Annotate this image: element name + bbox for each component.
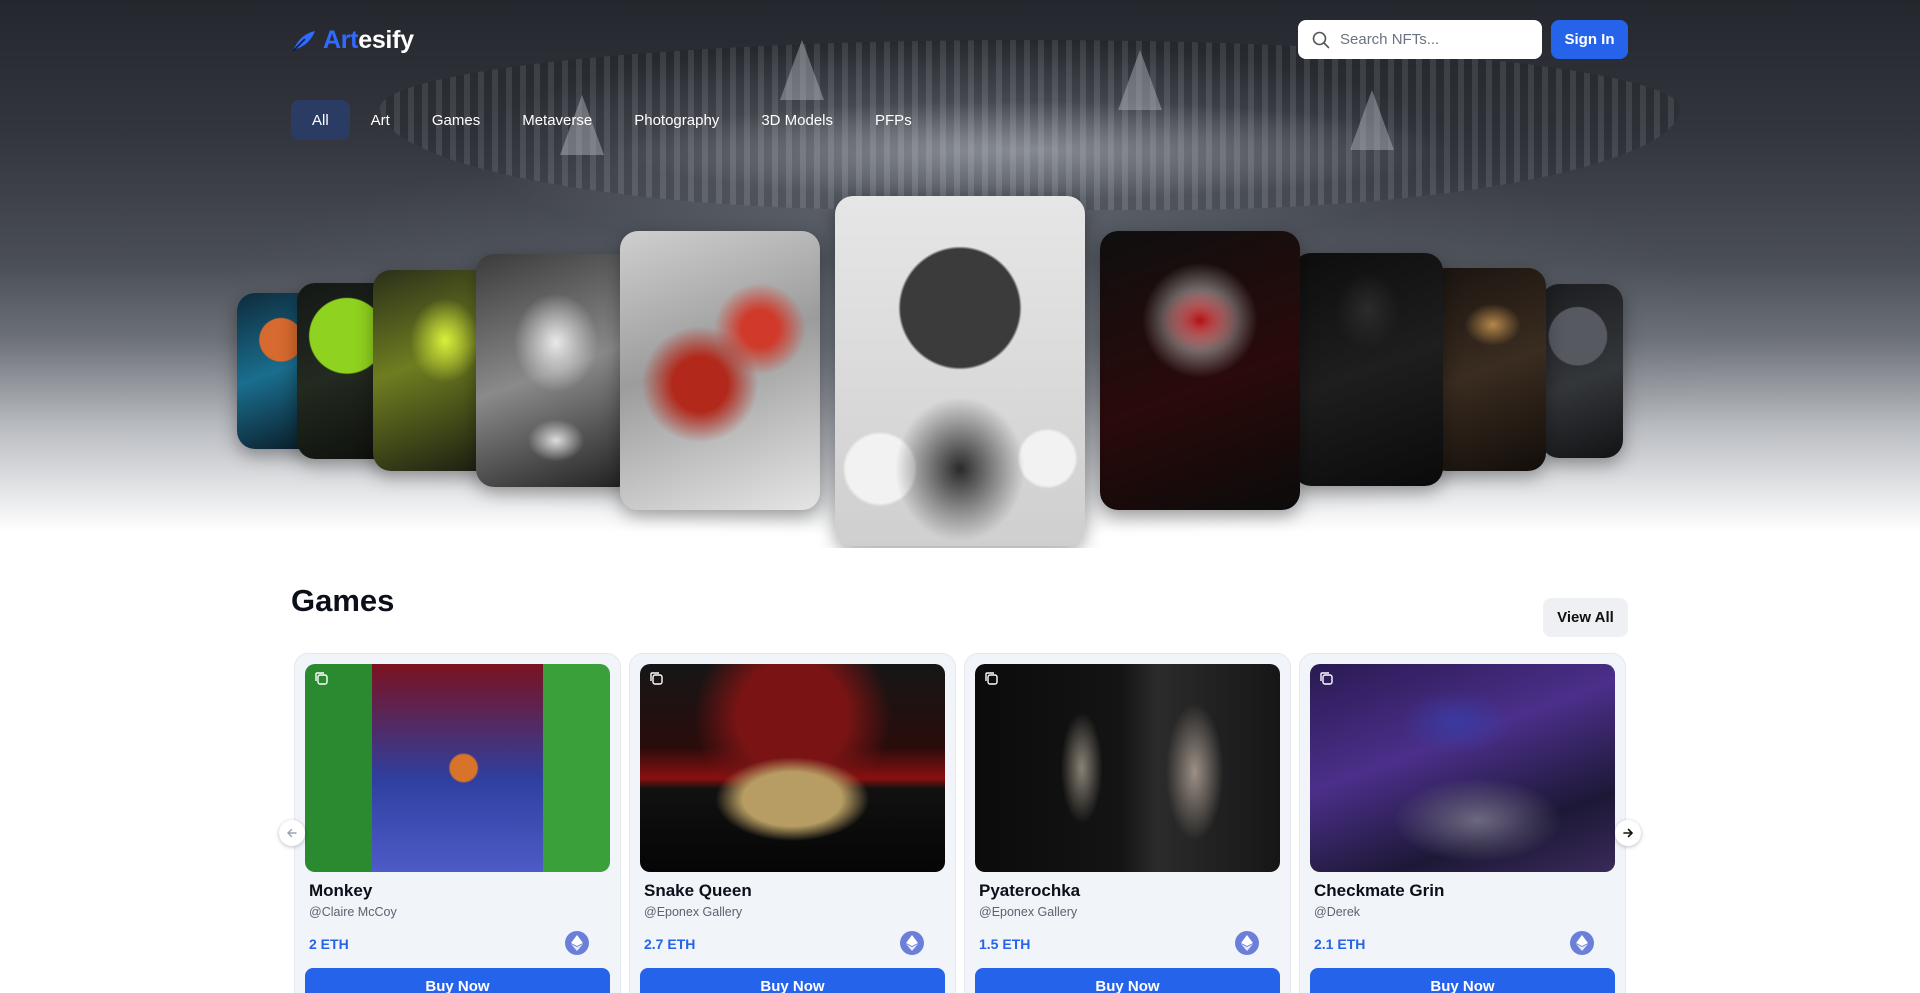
tab-photography[interactable]: Photography — [613, 100, 740, 140]
copy-icon[interactable] — [983, 670, 999, 686]
nft-image[interactable] — [305, 664, 610, 872]
nft-card-blonde-blindfold[interactable] — [1428, 268, 1546, 471]
crown-spike — [780, 40, 824, 100]
buy-now-button[interactable]: Buy Now — [1310, 968, 1615, 993]
buy-now-button[interactable]: Buy Now — [640, 968, 945, 993]
ethereum-icon — [900, 931, 924, 955]
nft-title[interactable]: Snake Queen — [644, 881, 752, 901]
nft-card-red-helmet-astronaut[interactable] — [1100, 231, 1300, 510]
app-logo[interactable]: Artesify — [291, 26, 414, 55]
nft-title[interactable]: Pyaterochka — [979, 881, 1080, 901]
arrow-left-icon — [287, 828, 297, 838]
view-all-button[interactable]: View All — [1543, 598, 1628, 637]
nft-price: 2.1 ETH — [1314, 936, 1366, 952]
buy-now-button[interactable]: Buy Now — [975, 968, 1280, 993]
nft-price: 2.7 ETH — [644, 936, 696, 952]
nft-game-card[interactable]: Monkey @Claire McCoy 2 ETH Buy Now — [294, 653, 621, 993]
tab-all[interactable]: All — [291, 100, 350, 140]
copy-icon[interactable] — [1318, 670, 1334, 686]
sign-in-button[interactable]: Sign In — [1551, 20, 1628, 59]
nft-image[interactable] — [975, 664, 1280, 872]
nft-price: 1.5 ETH — [979, 936, 1031, 952]
tab-art[interactable]: Art — [350, 100, 411, 140]
nft-card-yellow-figure[interactable] — [373, 270, 493, 471]
nft-title[interactable]: Checkmate Grin — [1314, 881, 1444, 901]
nft-title[interactable]: Monkey — [309, 881, 372, 901]
copy-icon[interactable] — [648, 670, 664, 686]
nft-card-dark-veiled-figure[interactable] — [1293, 253, 1443, 486]
nft-creator[interactable]: @Derek — [1314, 905, 1360, 919]
ethereum-icon — [1570, 931, 1594, 955]
nft-price: 2 ETH — [309, 936, 349, 952]
nft-card-crowned-ball-head[interactable] — [835, 196, 1085, 546]
buy-now-button[interactable]: Buy Now — [305, 968, 610, 993]
hero-banner — [0, 0, 1920, 548]
tab-pfps[interactable]: PFPs — [854, 100, 933, 140]
feather-logo-icon — [292, 30, 315, 52]
nft-image[interactable] — [640, 664, 945, 872]
crown-spike — [1350, 90, 1394, 150]
tab-metaverse[interactable]: Metaverse — [501, 100, 613, 140]
search-box[interactable] — [1298, 20, 1542, 59]
carousel-prev-button[interactable] — [279, 820, 305, 846]
category-tabs: All Art Games Metaverse Photography 3D M… — [291, 100, 933, 140]
nft-card-white-mask[interactable] — [476, 254, 636, 487]
nft-card-neon-portrait[interactable] — [1541, 284, 1623, 458]
crown-spike — [1118, 50, 1162, 110]
tab-3d-models[interactable]: 3D Models — [740, 100, 854, 140]
search-input[interactable] — [1340, 31, 1520, 48]
copy-icon[interactable] — [313, 670, 329, 686]
nft-card-abstract-red[interactable] — [620, 231, 820, 510]
arrow-right-icon — [1623, 828, 1634, 838]
ethereum-icon — [565, 931, 589, 955]
nft-creator[interactable]: @Eponex Gallery — [979, 905, 1077, 919]
nft-image[interactable] — [1310, 664, 1615, 872]
nft-game-card[interactable]: Snake Queen @Eponex Gallery 2.7 ETH Buy … — [629, 653, 956, 993]
carousel-next-button[interactable] — [1615, 820, 1641, 846]
logo-text: Artesify — [323, 26, 414, 54]
nft-game-card[interactable]: Checkmate Grin @Derek 2.1 ETH Buy Now — [1299, 653, 1626, 993]
nft-game-card[interactable]: Pyaterochka @Eponex Gallery 1.5 ETH Buy … — [964, 653, 1291, 993]
nft-creator[interactable]: @Eponex Gallery — [644, 905, 742, 919]
section-title: Games — [291, 583, 395, 618]
search-icon — [1312, 31, 1330, 48]
ethereum-icon — [1235, 931, 1259, 955]
nft-creator[interactable]: @Claire McCoy — [309, 905, 397, 919]
tab-games[interactable]: Games — [411, 100, 501, 140]
